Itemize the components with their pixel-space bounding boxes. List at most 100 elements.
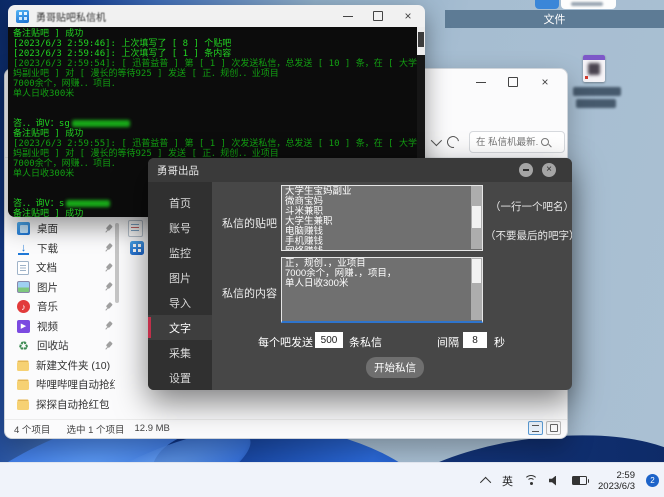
- battery-icon[interactable]: [572, 476, 590, 485]
- explorer-sidebar-item[interactable]: 新建文件夹 (10): [11, 356, 115, 376]
- video-icon: ▶: [17, 319, 30, 333]
- terminal-close-button[interactable]: ×: [393, 5, 423, 27]
- interval-input[interactable]: [463, 332, 487, 348]
- interval-label: 间隔: [437, 337, 459, 349]
- document-icon: [17, 260, 29, 275]
- app-title-bar[interactable]: 勇哥出品 ×: [148, 158, 572, 182]
- pin-icon[interactable]: [101, 319, 115, 333]
- explorer-sidebar-item[interactable]: ♻ 回收站: [11, 336, 115, 356]
- scrollbar-thumb[interactable]: [418, 32, 424, 47]
- folder-icon: [17, 381, 29, 391]
- sidebar-item-label: 探探自动抢红包: [36, 398, 110, 411]
- scrollbar-thumb[interactable]: [115, 223, 119, 303]
- pin-icon[interactable]: [101, 300, 115, 314]
- explorer-sidebar-item[interactable]: ↓ 下载: [11, 239, 115, 259]
- pin-icon[interactable]: [101, 339, 115, 353]
- sender-app-window: 勇哥出品 × 首页 账号 监控 图片 导入 文字 采集 设置 私信的贴吧 大学生宝妈副业 微商…: [148, 158, 572, 390]
- pin-icon[interactable]: [101, 261, 115, 275]
- tieba-list-label: 私信的贴吧: [222, 218, 277, 230]
- app-title: 勇哥出品: [157, 164, 199, 177]
- browser-tab-active[interactable]: [535, 0, 559, 9]
- censored-text: [66, 200, 111, 207]
- app-nav-item[interactable]: 导入: [148, 290, 212, 315]
- wifi-icon[interactable]: [524, 475, 539, 486]
- app-nav-item[interactable]: 图片: [148, 265, 212, 290]
- desktop-shortcut[interactable]: [566, 55, 628, 115]
- terminal-line: [2023/6/3 2:59:46]: 上次填写了 [ 8 ] 个贴吧: [13, 39, 232, 49]
- sidebar-item-label: 桌面: [37, 223, 58, 236]
- hint-one-per-line: （一行一个吧名）: [490, 201, 572, 213]
- app-nav-item[interactable]: 首页: [148, 190, 212, 215]
- pin-icon[interactable]: [101, 241, 115, 255]
- censored-text: [71, 120, 130, 127]
- file-menu-label[interactable]: 文件: [544, 11, 566, 27]
- taskbar-clock[interactable]: 2:59 2023/6/3: [598, 470, 635, 492]
- icons-view-toggle[interactable]: [546, 421, 561, 435]
- app-minimize-button[interactable]: [519, 163, 533, 177]
- list-view-toggle[interactable]: [528, 421, 543, 435]
- tieba-list-textarea[interactable]: 大学生宝妈副业 微商宝妈 斗米兼职 大学生兼职 电脑赚钱 手机赚钱 网络赚钱: [281, 185, 483, 251]
- app-nav-item[interactable]: 账号: [148, 215, 212, 240]
- status-selected-size: 12.9 MB: [134, 423, 170, 434]
- pin-icon[interactable]: [101, 222, 115, 236]
- terminal-title-bar[interactable]: 勇哥贴吧私信机 ×: [8, 5, 425, 27]
- search-input[interactable]: [474, 135, 540, 149]
- terminal-maximize-button[interactable]: [363, 5, 393, 27]
- terminal-minimize-button[interactable]: [333, 5, 363, 27]
- app-nav-item[interactable]: 设置: [148, 365, 212, 390]
- browser-tab[interactable]: [561, 0, 616, 9]
- app-close-button[interactable]: ×: [542, 163, 556, 177]
- explorer-minimize-button[interactable]: [465, 73, 497, 91]
- scrollbar-thumb[interactable]: [472, 259, 481, 283]
- terminal-line: 7000余个，网赚．．项目．: [13, 79, 121, 89]
- scrollbar-thumb[interactable]: [472, 206, 481, 228]
- explorer-sidebar-item[interactable]: ▶ 视频: [11, 317, 115, 337]
- explorer-sidebar-item[interactable]: ♪ 音乐: [11, 297, 115, 317]
- explorer-sidebar-item[interactable]: 哔哩哔哩自动抢红包: [11, 375, 115, 395]
- explorer-sidebar-item[interactable]: 图片: [11, 278, 115, 298]
- terminal-line: [2023/6/3 2:59:55]: [ 迅普益普 ] 第 [ 1 ] 次发送…: [13, 139, 425, 149]
- explorer-close-button[interactable]: ×: [529, 73, 561, 91]
- taskbar: 英 2:59 2023/6/3 2: [0, 462, 664, 497]
- ime-indicator[interactable]: 英: [502, 473, 513, 489]
- file-icon-document[interactable]: [128, 220, 143, 237]
- tab-title-censored: [571, 2, 603, 6]
- clock-time: 2:59: [616, 469, 636, 481]
- recycle-icon: ♻: [18, 338, 29, 353]
- app-nav-item[interactable]: 文字: [148, 315, 212, 340]
- explorer-search-box[interactable]: [469, 131, 565, 153]
- start-send-button[interactable]: 开始私信: [366, 357, 424, 378]
- sidebar-item-label: 文档: [36, 262, 57, 275]
- app-nav-item[interactable]: 监控: [148, 240, 212, 265]
- system-tray: 英 2:59 2023/6/3 2: [479, 463, 659, 497]
- explorer-sidebar-item[interactable]: 探探自动抢红包: [11, 395, 115, 415]
- app-nav-item[interactable]: 采集: [148, 340, 212, 365]
- file-menu-bar[interactable]: 文件: [445, 10, 664, 28]
- file-icon-app[interactable]: [130, 241, 144, 255]
- shortcut-app-icon: [583, 55, 605, 82]
- send-count-input[interactable]: [315, 332, 343, 348]
- textarea-scrollbar: [471, 186, 482, 249]
- content-label: 私信的内容: [222, 288, 277, 300]
- terminal-line: 备注贴吧 ] 成功: [13, 129, 84, 139]
- clock-date: 2023/6/3: [598, 480, 635, 492]
- notification-badge[interactable]: 2: [646, 474, 659, 487]
- sidebar-item-label: 回收站: [37, 340, 69, 353]
- chevron-down-icon[interactable]: [430, 134, 443, 147]
- explorer-maximize-button[interactable]: [497, 73, 529, 91]
- explorer-sidebar-item[interactable]: 桌面: [11, 219, 115, 239]
- content-textarea[interactable]: 正，规创．，业项目 7000余个，网赚．，项目， 单人日收300米: [281, 257, 483, 323]
- sidebar-item-label: 音乐: [37, 301, 58, 314]
- pin-icon[interactable]: [101, 280, 115, 294]
- textarea-scrollbar: [471, 258, 482, 320]
- folder-icon: [17, 361, 29, 371]
- explorer-sidebar-item[interactable]: 文档: [11, 258, 115, 278]
- pictures-icon: [17, 281, 30, 294]
- folder-icon: [17, 400, 29, 410]
- speaker-icon[interactable]: [549, 475, 557, 486]
- tieba-list-field: 大学生宝妈副业 微商宝妈 斗米兼职 大学生兼职 电脑赚钱 手机赚钱 网络赚钱: [281, 185, 483, 251]
- refresh-icon[interactable]: [444, 133, 462, 151]
- app-nav: 首页 账号 监控 图片 导入 文字 采集 设置: [148, 182, 212, 390]
- hidden-icons-chevron-icon[interactable]: [479, 476, 492, 488]
